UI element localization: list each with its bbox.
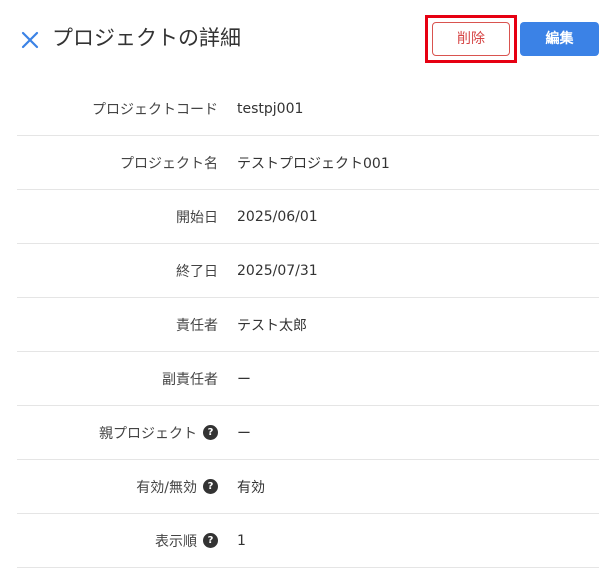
field-value: testpj001 [237,100,304,117]
detail-row-project-code: プロジェクトコード testpj001 [17,82,599,136]
help-icon[interactable]: ? [203,479,218,494]
field-label-text: プロジェクト名 [120,155,218,172]
field-value: 2025/07/31 [237,262,318,279]
detail-row-active-status: 有効/無効 ? 有効 [17,460,599,514]
detail-row-start-date: 開始日 2025/06/01 [17,190,599,244]
field-label: 責任者 [176,298,218,351]
close-icon[interactable] [18,28,42,52]
field-value: ー [237,371,251,388]
field-label-text: 表示順 [155,533,197,550]
field-label: 副責任者 [162,352,218,405]
field-label-text: 副責任者 [162,371,218,388]
field-label: 親プロジェクト ? [99,406,218,459]
detail-row-end-date: 終了日 2025/07/31 [17,244,599,298]
field-value: 1 [237,532,246,549]
help-icon[interactable]: ? [203,533,218,548]
field-label: 有効/無効 ? [136,460,218,513]
header: プロジェクトの詳細 削除 編集 [0,0,616,80]
field-label-text: 責任者 [176,317,218,334]
field-label-text: 有効/無効 [136,479,197,496]
detail-list: プロジェクトコード testpj001 プロジェクト名 テストプロジェクト001… [17,82,599,568]
field-label-text: 親プロジェクト [99,425,197,442]
field-value: 有効 [237,479,265,496]
delete-button[interactable]: 削除 [432,22,510,56]
detail-row-manager: 責任者 テスト太郎 [17,298,599,352]
edit-button[interactable]: 編集 [520,22,599,56]
detail-row-sub-manager: 副責任者 ー [17,352,599,406]
field-label: プロジェクト名 [120,136,218,189]
field-label-text: プロジェクトコード [92,101,218,118]
field-value: テストプロジェクト001 [237,155,390,172]
page-title: プロジェクトの詳細 [52,26,241,50]
field-value: テスト太郎 [237,317,307,334]
field-label-text: 終了日 [176,263,218,280]
field-label: 開始日 [176,190,218,243]
field-label: 表示順 ? [155,514,218,567]
field-label: 終了日 [176,244,218,297]
field-label-text: 開始日 [176,209,218,226]
detail-row-display-order: 表示順 ? 1 [17,514,599,568]
field-label: プロジェクトコード [92,82,218,135]
detail-row-project-name: プロジェクト名 テストプロジェクト001 [17,136,599,190]
detail-row-parent-project: 親プロジェクト ? ー [17,406,599,460]
help-icon[interactable]: ? [203,425,218,440]
field-value: ー [237,425,251,442]
field-value: 2025/06/01 [237,208,318,225]
